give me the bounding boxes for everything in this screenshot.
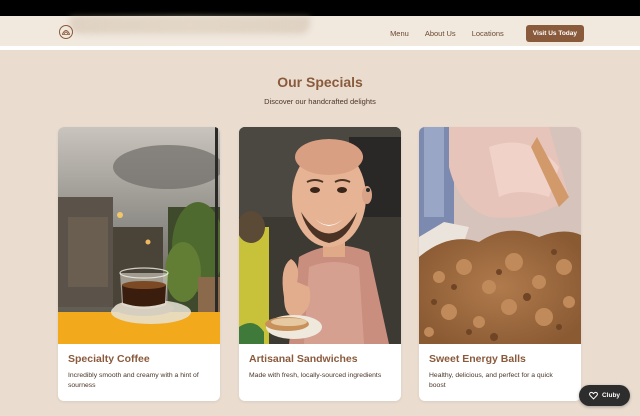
special-card-energy-balls[interactable]: Sweet Energy Balls Healthy, delicious, a…	[419, 127, 581, 401]
site-header: Menu About Us Locations Visit Us Today	[0, 16, 640, 50]
nav-locations-link[interactable]: Locations	[472, 29, 504, 38]
coffee-photo	[58, 127, 220, 344]
visit-us-button[interactable]: Visit Us Today	[525, 24, 584, 42]
card-description: Healthy, delicious, and perfect for a qu…	[429, 372, 553, 389]
card-title: Artisanal Sandwiches	[249, 353, 358, 365]
cluby-label: Cluby	[601, 392, 621, 399]
top-black-bar	[0, 0, 640, 16]
cafe-logo-icon[interactable]	[58, 24, 74, 40]
card-title: Specialty Coffee	[68, 353, 150, 365]
nav-about-link[interactable]: About Us	[425, 29, 456, 38]
heart-icon	[589, 391, 598, 400]
card-description: Made with fresh, locally-sourced ingredi…	[249, 372, 382, 379]
chef-photo	[239, 127, 401, 344]
special-card-sandwiches[interactable]: Artisanal Sandwiches Made with fresh, lo…	[239, 127, 401, 401]
special-card-coffee[interactable]: Specialty Coffee Incredibly smooth and c…	[58, 127, 220, 401]
cluby-widget-button[interactable]: Cluby	[579, 385, 630, 406]
specials-subtitle: Discover our handcrafted delights	[264, 97, 376, 106]
header-hero-fade	[70, 16, 310, 34]
card-title: Sweet Energy Balls	[429, 353, 526, 365]
nav-menu-link[interactable]: Menu	[390, 29, 409, 38]
specials-title: Our Specials	[277, 74, 363, 90]
card-description: Incredibly smooth and creamy with a hint…	[68, 372, 199, 389]
energy-balls-photo	[419, 127, 581, 344]
main-nav: Menu About Us Locations Visit Us Today	[390, 24, 584, 42]
